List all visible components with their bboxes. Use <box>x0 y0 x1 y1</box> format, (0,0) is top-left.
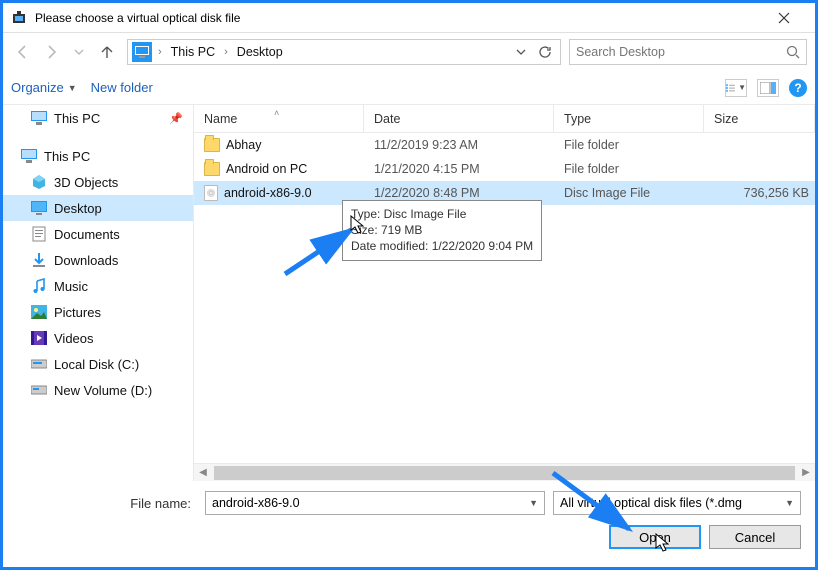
col-size[interactable]: Size <box>704 105 815 132</box>
chevron-down-icon: ▼ <box>785 498 794 508</box>
scroll-thumb <box>214 466 795 480</box>
nav-back[interactable] <box>11 40 35 64</box>
toolbar: Organize▼ New folder ▼ ? <box>3 71 815 105</box>
horizontal-scrollbar[interactable]: ◀ ▶ <box>194 463 815 481</box>
col-name[interactable]: Name˄ <box>194 105 364 132</box>
titlebar: Please choose a virtual optical disk fil… <box>3 3 815 33</box>
tree-videos[interactable]: Videos <box>3 325 193 351</box>
tree-desktop[interactable]: Desktop <box>3 195 193 221</box>
breadcrumb-root[interactable]: This PC <box>168 43 218 61</box>
col-date[interactable]: Date <box>364 105 554 132</box>
nav-recent[interactable] <box>67 40 91 64</box>
filename-label: File name: <box>17 496 197 511</box>
app-icon <box>11 10 27 26</box>
address-bar[interactable]: › This PC › Desktop <box>127 39 561 65</box>
nav-up[interactable] <box>95 40 119 64</box>
close-button[interactable] <box>761 3 807 33</box>
nav-row: › This PC › Desktop <box>3 33 815 71</box>
list-header: Name˄ Date Type Size <box>194 105 815 133</box>
file-tooltip: Type: Disc Image File Size: 719 MB Date … <box>342 200 542 261</box>
cancel-button[interactable]: Cancel <box>709 525 801 549</box>
file-row[interactable]: Android on PC 1/21/2020 4:15 PM File fol… <box>194 157 815 181</box>
tree-3d-objects[interactable]: 3D Objects <box>3 169 193 195</box>
chevron-icon: › <box>156 46 164 58</box>
open-button[interactable]: Open <box>609 525 701 549</box>
file-filter-combo[interactable]: All virtual optical disk files (*.dmg ▼ <box>553 491 801 515</box>
chevron-down-icon: ▼ <box>529 498 538 508</box>
tree-documents[interactable]: Documents <box>3 221 193 247</box>
file-row[interactable]: Abhay 11/2/2019 9:23 AM File folder <box>194 133 815 157</box>
tree-local-disk-c[interactable]: Local Disk (C:) <box>3 351 193 377</box>
nav-forward[interactable] <box>39 40 63 64</box>
refresh-icon[interactable] <box>534 41 556 63</box>
organize-menu[interactable]: Organize▼ <box>11 80 77 95</box>
tree-new-volume-d[interactable]: New Volume (D:) <box>3 377 193 403</box>
pin-icon: 📌 <box>169 112 183 125</box>
col-type[interactable]: Type <box>554 105 704 132</box>
filename-value: android-x86-9.0 <box>212 496 300 510</box>
scroll-left-icon: ◀ <box>194 464 212 482</box>
nav-tree: This PC 📌 This PC 3D Objects Desktop Doc… <box>3 105 193 481</box>
disc-image-icon <box>204 185 218 201</box>
dialog-footer: File name: android-x86-9.0 ▼ All virtual… <box>3 481 815 567</box>
quick-access-this-pc[interactable]: This PC 📌 <box>3 105 193 131</box>
tree-downloads[interactable]: Downloads <box>3 247 193 273</box>
tree-pictures[interactable]: Pictures <box>3 299 193 325</box>
chevron-icon: › <box>222 46 230 58</box>
folder-icon <box>204 138 220 152</box>
filename-combo[interactable]: android-x86-9.0 ▼ <box>205 491 545 515</box>
view-menu[interactable]: ▼ <box>725 79 747 97</box>
dialog-title: Please choose a virtual optical disk fil… <box>35 11 761 25</box>
new-folder-button[interactable]: New folder <box>91 80 153 95</box>
scroll-right-icon: ▶ <box>797 464 815 482</box>
pc-icon <box>132 42 152 62</box>
help-button[interactable]: ? <box>789 79 807 97</box>
search-input[interactable] <box>576 45 780 59</box>
search-icon <box>786 45 800 59</box>
preview-pane-button[interactable] <box>757 79 779 97</box>
tree-this-pc[interactable]: This PC <box>3 143 193 169</box>
folder-icon <box>204 162 220 176</box>
search-box[interactable] <box>569 39 807 65</box>
tree-music[interactable]: Music <box>3 273 193 299</box>
breadcrumb-item[interactable]: Desktop <box>234 43 286 61</box>
file-list: Name˄ Date Type Size Abhay 11/2/2019 9:2… <box>193 105 815 481</box>
address-dropdown[interactable] <box>510 41 532 63</box>
